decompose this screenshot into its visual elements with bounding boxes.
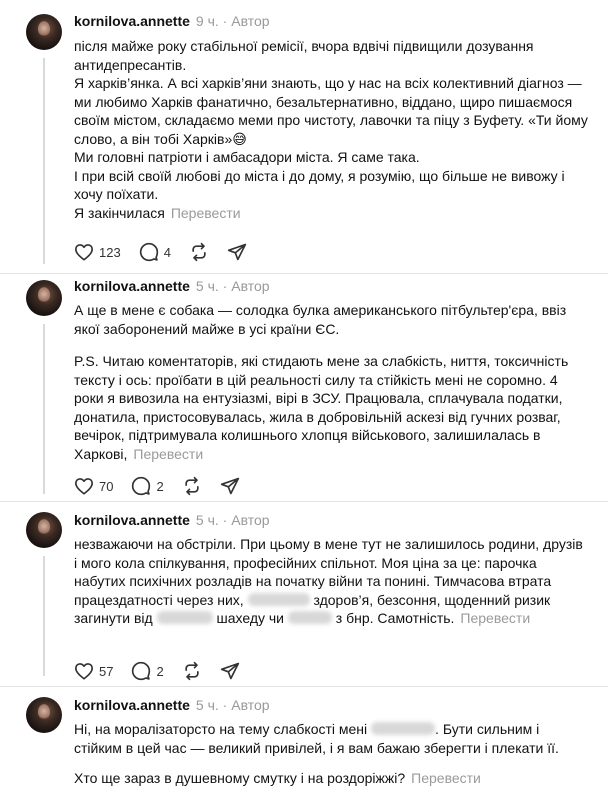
post-header: kornilova.annette 5 ч. · Автор [74, 697, 270, 713]
post-text: А ще в мене є собака — солодка булка аме… [74, 302, 567, 337]
comment-count: 2 [156, 478, 164, 494]
comment-icon [132, 661, 151, 681]
post-text: І при всій своїй любові до міста і до до… [74, 167, 565, 203]
repost-button[interactable] [182, 661, 202, 681]
redacted-text [371, 722, 436, 735]
heart-icon [75, 478, 93, 495]
repost-button[interactable] [182, 476, 202, 496]
translate-link[interactable]: Перевести [460, 610, 530, 626]
username[interactable]: kornilova.annette [74, 697, 190, 713]
post-text: Я закінчилася [74, 204, 165, 221]
post-header: kornilova.annette 5 ч. · Автор [74, 278, 270, 294]
translate-link[interactable]: Перевести [171, 205, 241, 221]
post-4: kornilova.annette 5 ч. · Автор Ні, на мор… [0, 687, 608, 791]
comment-icon [132, 476, 151, 496]
repost-icon [185, 661, 199, 681]
post-meta: 5 ч. · Автор [195, 278, 270, 294]
post-text: Ми головні патріоти і амбасадори міста. … [74, 149, 420, 165]
post-body: незважаючи на обстріли. При цьому в мене… [74, 535, 589, 628]
thread-line [43, 324, 45, 494]
post-2: kornilova.annette 5 ч. · Автор А ще в мен… [0, 274, 608, 501]
post-meta: 9 ч. · Автор [195, 13, 270, 29]
avatar[interactable] [26, 280, 62, 316]
redacted-text [287, 611, 332, 624]
post-body: Ні, на моралізаторсто на тему слабкості … [74, 720, 589, 788]
post-body: після майже року стабільної ремісії, вчо… [74, 37, 589, 222]
post-3: kornilova.annette 5 ч. · Автор незважаючи… [0, 502, 608, 686]
post-actions: 123 4 [74, 242, 265, 262]
repost-button[interactable] [189, 242, 209, 262]
like-button[interactable]: 70 [74, 477, 113, 495]
repost-icon [192, 242, 206, 262]
post-text: Ні, на моралізаторсто на тему слабкості … [74, 721, 368, 737]
author-badge: Автор [231, 512, 270, 528]
thread-line [43, 58, 45, 264]
post-meta: 5 ч. · Автор [195, 512, 270, 528]
username[interactable]: kornilova.annette [74, 13, 190, 29]
comment-button[interactable]: 4 [139, 242, 171, 262]
post-text: Я харків’янка. А всі харків’яни знають, … [74, 75, 588, 147]
share-button[interactable] [227, 242, 247, 262]
share-button[interactable] [220, 661, 240, 681]
post-actions: 57 2 [74, 661, 258, 681]
timestamp: 9 ч. [195, 13, 219, 29]
post-actions: 70 2 [74, 476, 258, 496]
post-text: з бнр. [335, 610, 374, 626]
share-icon [220, 662, 239, 680]
username[interactable]: kornilova.annette [74, 278, 190, 294]
repost-icon [185, 476, 199, 496]
avatar[interactable] [26, 512, 62, 548]
share-icon [227, 243, 247, 261]
author-badge: Автор [231, 13, 270, 29]
avatar[interactable] [26, 14, 62, 50]
post-text: Самотність. [377, 610, 455, 626]
post-header: kornilova.annette 5 ч. · Автор [74, 512, 270, 528]
post-meta: 5 ч. · Автор [195, 697, 270, 713]
username[interactable]: kornilova.annette [74, 512, 190, 528]
heart-icon [75, 663, 93, 680]
redacted-text [156, 611, 213, 624]
translate-link[interactable]: Перевести [133, 446, 203, 462]
post-body: А ще в мене є собака — солодка булка аме… [74, 301, 589, 463]
share-button[interactable] [220, 476, 240, 496]
heart-icon [75, 244, 93, 261]
comment-count: 4 [163, 244, 171, 260]
like-count: 70 [99, 478, 114, 494]
post-text: шахеду чи [216, 610, 284, 626]
translate-link[interactable]: Перевести [411, 770, 481, 786]
like-count: 123 [99, 244, 121, 260]
author-badge: Автор [231, 278, 270, 294]
timestamp: 5 ч. [195, 697, 219, 713]
author-badge: Автор [231, 697, 270, 713]
like-button[interactable]: 57 [74, 662, 113, 680]
comment-button[interactable]: 2 [131, 661, 164, 681]
comment-button[interactable]: 2 [131, 476, 164, 496]
post-header: kornilova.annette 9 ч. · Автор [74, 13, 270, 29]
comment-count: 2 [156, 663, 164, 679]
timestamp: 5 ч. [195, 278, 219, 294]
comment-icon [139, 242, 158, 262]
redacted-text [247, 592, 310, 606]
post-text: Хто ще зараз в душевному смутку і на роз… [74, 770, 406, 786]
avatar[interactable] [26, 697, 62, 733]
post-text: після майже року стабільної ремісії, вчо… [74, 38, 534, 73]
like-button[interactable]: 123 [74, 243, 121, 261]
share-icon [220, 477, 239, 495]
like-count: 57 [99, 663, 114, 679]
post-1: kornilova.annette 9 ч. · Автор після майж… [0, 0, 608, 273]
thread-line [43, 556, 45, 676]
timestamp: 5 ч. [195, 512, 219, 528]
